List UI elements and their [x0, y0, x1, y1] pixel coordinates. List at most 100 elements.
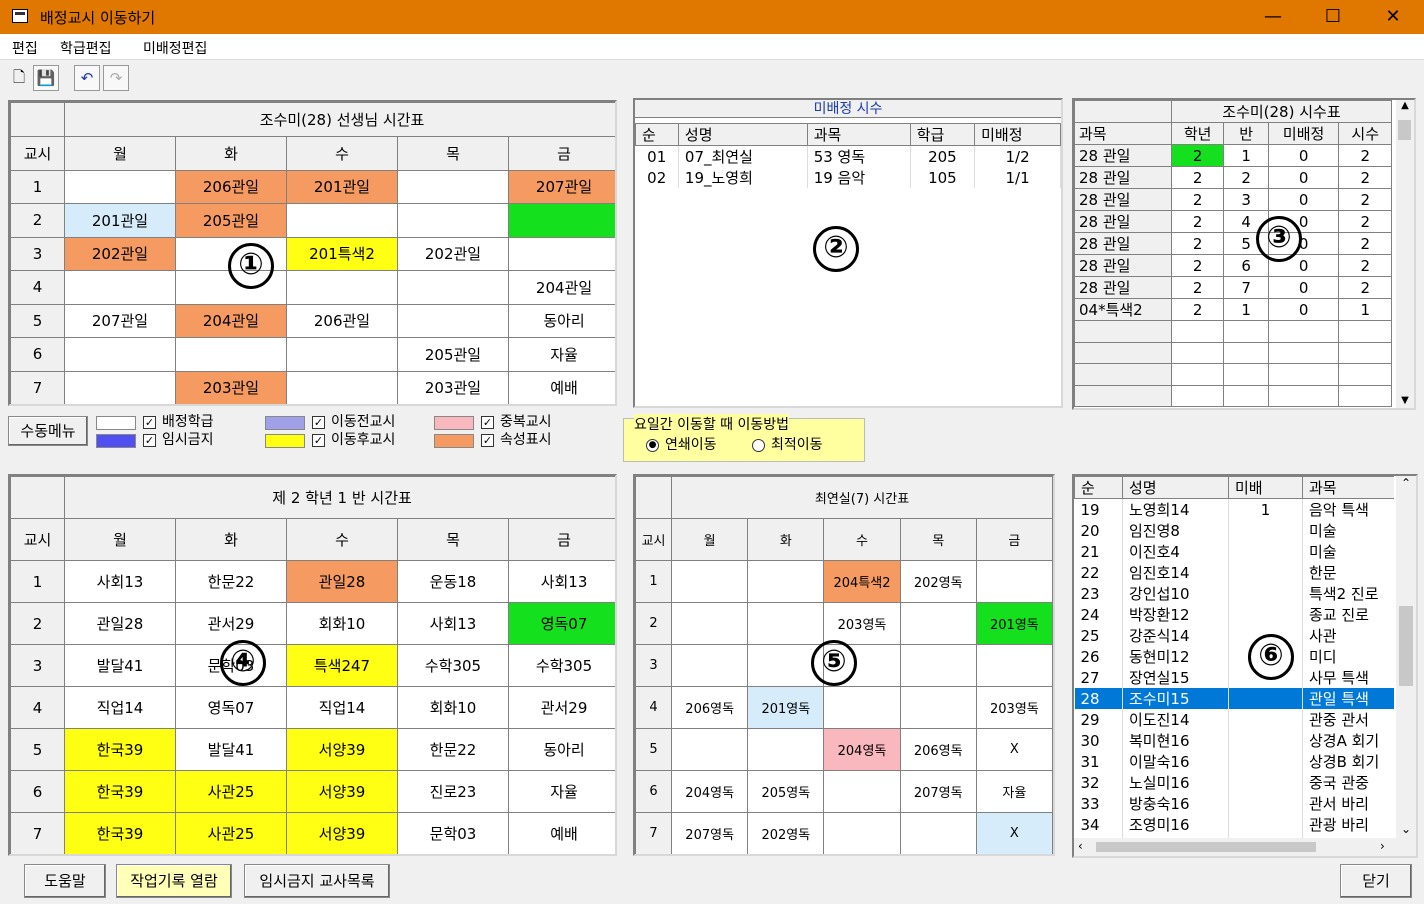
hours-row[interactable]: 04*특색2 2 1 0 1: [1074, 298, 1392, 321]
teacher-row[interactable]: 23 강인섭10 특색2 진로: [1074, 583, 1394, 604]
timetable-cell[interactable]: 동아리: [507, 303, 615, 338]
hours-scrollbar[interactable]: ▲ ▼: [1396, 100, 1414, 408]
teacher-row[interactable]: 20 임진영8 미술: [1074, 520, 1394, 541]
legend-after-period[interactable]: ✓ 이동후교시: [312, 431, 395, 449]
timetable-cell[interactable]: 한국39: [64, 728, 176, 771]
checkbox-icon[interactable]: ✓: [481, 415, 494, 429]
banned-teachers-button[interactable]: 임시금지 교사목록: [244, 864, 390, 898]
checkbox-icon[interactable]: ✓: [312, 415, 325, 429]
column-header[interactable]: 순: [635, 123, 679, 146]
hours-row[interactable]: 28 관일 2 3 0 2: [1074, 188, 1392, 211]
close-window-button[interactable]: ✕: [1378, 4, 1408, 30]
timetable-cell[interactable]: 204특색2: [823, 560, 901, 603]
timetable-cell[interactable]: 206영독: [671, 686, 749, 729]
close-button[interactable]: 닫기: [1340, 864, 1412, 898]
timetable-cell[interactable]: [899, 686, 977, 729]
column-header[interactable]: 과목: [1074, 122, 1172, 145]
list-hscrollbar[interactable]: ‹ ›: [1074, 838, 1416, 856]
column-header[interactable]: 미배정: [974, 123, 1061, 146]
timetable-cell[interactable]: 207영독: [899, 770, 977, 813]
timetable-cell[interactable]: [747, 728, 825, 771]
list-scroll-thumb[interactable]: [1399, 606, 1413, 686]
scroll-down-icon[interactable]: ⌄: [1396, 822, 1416, 836]
timetable-cell[interactable]: [747, 560, 825, 603]
timetable-cell[interactable]: [286, 203, 398, 238]
timetable-cell[interactable]: [175, 337, 287, 372]
column-header[interactable]: 미배: [1228, 476, 1303, 499]
timetable-cell[interactable]: 201관일: [64, 203, 176, 238]
save-icon[interactable]: 💾: [33, 65, 59, 91]
timetable-cell[interactable]: [671, 560, 749, 603]
timetable-cell[interactable]: [64, 270, 176, 305]
timetable-cell[interactable]: 예배: [507, 812, 615, 854]
timetable-cell[interactable]: [507, 236, 615, 271]
timetable-cell[interactable]: 207영독: [671, 812, 749, 854]
scroll-up-icon[interactable]: ⌃: [1396, 476, 1416, 494]
timetable-cell[interactable]: 동아리: [507, 728, 615, 771]
menu-edit[interactable]: 편집: [12, 38, 38, 58]
timetable-cell[interactable]: 직업14: [64, 686, 176, 729]
legend-duplicate[interactable]: ✓ 중복교시: [481, 413, 552, 431]
timetable-cell[interactable]: 사관25: [175, 812, 287, 854]
timetable-cell[interactable]: 한국39: [64, 770, 176, 813]
timetable-cell[interactable]: 204관일: [175, 303, 287, 338]
timetable-cell[interactable]: 205영독: [747, 770, 825, 813]
timetable-cell[interactable]: 202영독: [899, 560, 977, 603]
timetable-cell[interactable]: 회화10: [286, 602, 398, 645]
timetable-cell[interactable]: [397, 303, 509, 338]
teacher-row[interactable]: 31 이말숙16 상경B 회기: [1074, 751, 1394, 772]
timetable-cell[interactable]: [747, 602, 825, 645]
radio-chain-move[interactable]: ● 연쇄이동: [646, 434, 717, 454]
radio-optimal-move[interactable]: 최적이동: [752, 434, 823, 454]
timetable-cell[interactable]: [286, 270, 398, 305]
timetable-cell[interactable]: 회화10: [397, 686, 509, 729]
hscroll-thumb[interactable]: [1096, 842, 1316, 852]
timetable-cell[interactable]: 발달41: [175, 728, 287, 771]
timetable-cell[interactable]: 207관일: [64, 303, 176, 338]
timetable-cell[interactable]: 202관일: [64, 236, 176, 271]
hours-row[interactable]: 28 관일 2 7 0 2: [1074, 276, 1392, 299]
timetable-cell[interactable]: 한문22: [397, 728, 509, 771]
timetable-cell[interactable]: 202영독: [747, 812, 825, 854]
timetable-cell[interactable]: 202관일: [397, 236, 509, 271]
column-header[interactable]: 순: [1074, 476, 1123, 499]
timetable-cell[interactable]: 자율: [507, 770, 615, 813]
timetable-cell[interactable]: 서양39: [286, 728, 398, 771]
scroll-right-icon[interactable]: ›: [1380, 839, 1385, 853]
column-header[interactable]: 학년: [1170, 122, 1225, 145]
new-file-icon[interactable]: 🗋: [6, 65, 32, 91]
timetable-cell[interactable]: 204영독: [823, 728, 901, 771]
menu-unassigned-edit[interactable]: 미배정편집: [143, 38, 207, 58]
column-header[interactable]: 성명: [1122, 476, 1229, 499]
timetable-cell[interactable]: [507, 203, 615, 238]
scroll-up-icon[interactable]: ▲: [1396, 100, 1414, 116]
timetable-cell[interactable]: 사관25: [175, 770, 287, 813]
column-header[interactable]: 시수: [1338, 122, 1392, 145]
timetable-cell[interactable]: 사회13: [397, 602, 509, 645]
timetable-cell[interactable]: [286, 337, 398, 372]
teacher-row[interactable]: 34 조영미16 관광 바리: [1074, 814, 1394, 835]
checkbox-icon[interactable]: ✓: [143, 433, 156, 447]
timetable-cell[interactable]: 수학305: [397, 644, 509, 687]
teacher-row[interactable]: 21 이진호4 미술: [1074, 541, 1394, 562]
timetable-cell[interactable]: 206관일: [175, 169, 287, 204]
teacher-row[interactable]: 29 이도진14 관중 관서: [1074, 709, 1394, 730]
timetable-cell[interactable]: [899, 602, 977, 645]
timetable-cell[interactable]: [823, 812, 901, 854]
column-header[interactable]: 과목: [806, 123, 911, 146]
timetable-cell[interactable]: [671, 602, 749, 645]
teacher-row[interactable]: 19 노영희14 1 음악 특색: [1074, 498, 1394, 520]
timetable-cell[interactable]: [64, 169, 176, 204]
timetable-cell[interactable]: [975, 644, 1053, 687]
radio-selected-icon[interactable]: ●: [646, 438, 659, 452]
timetable-cell[interactable]: 204관일: [507, 270, 615, 305]
legend-assigned-class[interactable]: ✓ 배정학급: [143, 413, 214, 431]
timetable-cell[interactable]: 205관일: [175, 203, 287, 238]
timetable-cell[interactable]: 사회13: [507, 560, 615, 603]
menu-class-edit[interactable]: 학급편집: [60, 38, 112, 58]
timetable-cell[interactable]: 203관일: [175, 370, 287, 404]
column-header[interactable]: 학급: [909, 123, 976, 146]
timetable-cell[interactable]: [823, 770, 901, 813]
timetable-cell[interactable]: X: [975, 728, 1053, 771]
timetable-cell[interactable]: 201특색2: [286, 236, 398, 271]
